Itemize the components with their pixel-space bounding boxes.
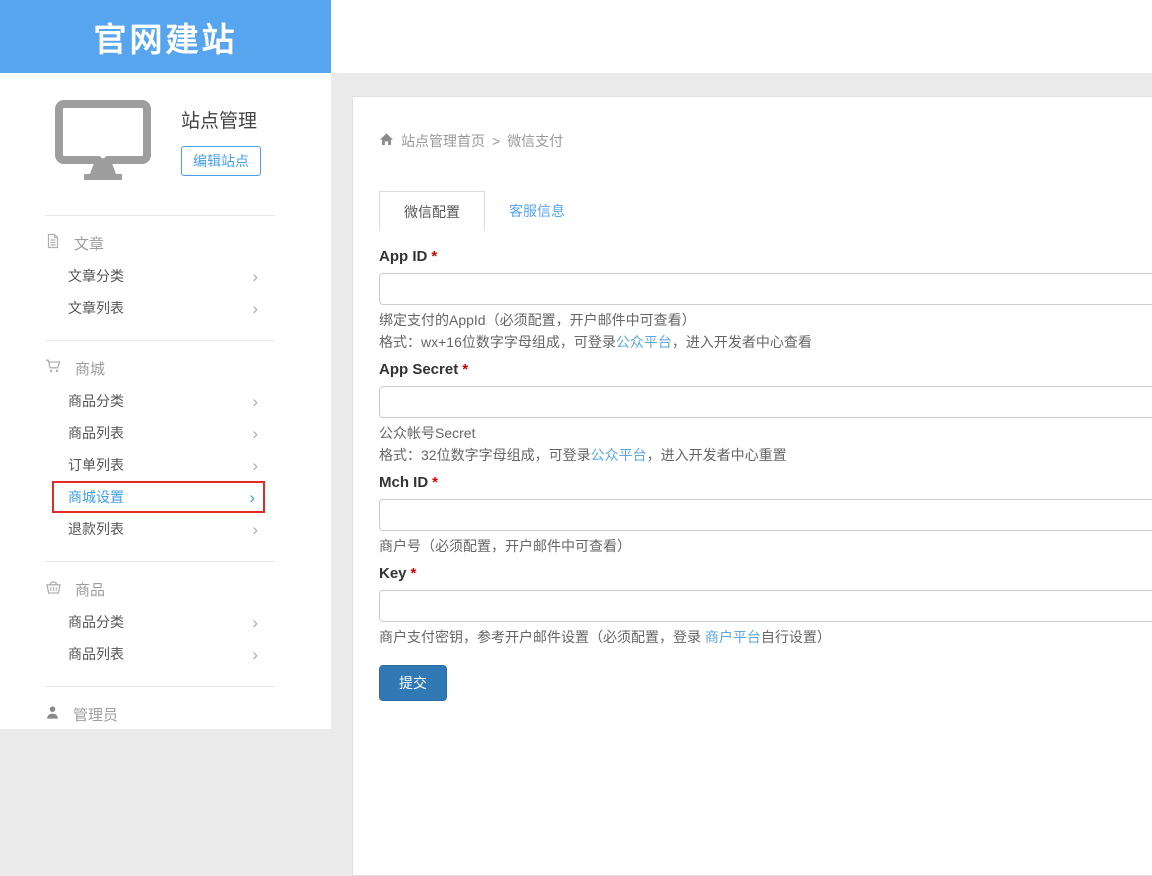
sidebar-section-label: 管理员 [73,704,118,725]
form-group-app-secret: App Secret* 公众帐号Secret 格式：32位数字字母组成，可登录公众平… [379,361,1152,466]
breadcrumb-current: 微信支付 [507,131,563,151]
chevron-right-icon: › [252,614,258,631]
sidebar-item-mall-settings[interactable]: 商城设置 › [52,481,265,513]
site-panel: 站点管理 编辑站点 [0,73,331,207]
sidebar-item-refund-list[interactable]: 退款列表 › [45,513,275,545]
home-icon [379,132,394,150]
sidebar-section-articles: 文章文章分类 › 文章列表 › [0,216,331,334]
help-text-segment: 公众帐号Secret [379,425,475,441]
top-bar: 官网建站 [0,0,1152,73]
help-link[interactable]: 商户平台 [705,629,761,645]
help-text-key: 商户支付密钥，参考开户邮件设置（必须配置，登录 商户平台自行设置） [379,626,1152,648]
chevron-right-icon: › [252,457,258,474]
form-group-mch-id: Mch ID* 商户号（必须配置，开户邮件中可查看） [379,474,1152,557]
sidebar-item-label: 文章列表 [68,298,124,318]
help-link[interactable]: 公众平台 [591,447,647,463]
key-input[interactable] [379,590,1152,622]
sidebar-item-product-list[interactable]: 商品列表 › [45,638,275,670]
sidebar-section-header-products: 商品 [45,578,275,600]
chevron-right-icon: › [252,393,258,410]
sidebar-item-product-category[interactable]: 商品分类 › [45,606,275,638]
form-group-app-id: App ID* 绑定支付的AppId（必须配置，开户邮件中可查看） 格式：wx+16… [379,248,1152,353]
main-panel: 站点管理首页 > 微信支付 微信配置客服信息 App ID* 绑定支付的AppId… [352,96,1152,876]
field-label-app-id: App ID* [379,248,1152,268]
help-text-segment: 自行设置） [761,629,831,645]
sidebar-item-label: 商品分类 [68,391,124,411]
field-label-mch-id: Mch ID* [379,474,1152,494]
help-text-segment: ，进入开发者中心重置 [647,447,787,463]
help-text-segment: 格式：wx+16位数字字母组成，可登录 [379,334,616,350]
edit-site-button[interactable]: 编辑站点 [181,146,261,176]
chevron-right-icon: › [249,489,255,506]
help-text-segment: 格式：32位数字字母组成，可登录 [379,447,591,463]
sidebar-item-article-list[interactable]: 文章列表 › [45,292,275,324]
sidebar-item-label: 商品分类 [68,612,124,632]
basket-icon [45,579,62,599]
tab-bar: 微信配置客服信息 [379,191,1152,231]
breadcrumb-separator: > [492,133,500,149]
help-text-mch-id: 商户号（必须配置，开户邮件中可查看） [379,535,1152,557]
sidebar-item-label: 商城设置 [68,487,124,507]
required-marker: * [411,565,417,582]
file-text-icon [45,233,61,253]
help-text-segment: 商户号（必须配置，开户邮件中可查看） [379,538,631,554]
help-text-app-secret: 公众帐号Secret [379,422,1152,444]
sidebar-section-header-articles: 文章 [45,232,275,254]
form-group-key: Key* 商户支付密钥，参考开户邮件设置（必须配置，登录 商户平台自行设置） [379,565,1152,648]
tab-customer-service[interactable]: 客服信息 [485,191,589,231]
chevron-right-icon: › [252,425,258,442]
help-link[interactable]: 公众平台 [616,334,672,350]
sidebar-item-goods-list[interactable]: 商品列表 › [45,417,275,449]
sidebar-item-article-category[interactable]: 文章分类 › [45,260,275,292]
sidebar-section-header-mall: 商城 [45,357,275,379]
sidebar-item-goods-category[interactable]: 商品分类 › [45,385,275,417]
breadcrumb-home-link[interactable]: 站点管理首页 [401,131,485,151]
sidebar-item-label: 商品列表 [68,644,124,664]
required-marker: * [431,248,437,265]
field-label-key: Key* [379,565,1152,585]
help-text-segment: 绑定支付的AppId（必须配置，开户邮件中可查看） [379,312,696,328]
app-title: 官网建站 [94,13,238,61]
field-label-app-secret: App Secret* [379,361,1152,381]
help-text-app-id: 绑定支付的AppId（必须配置，开户邮件中可查看） [379,309,1152,331]
sidebar-item-label: 订单列表 [68,455,124,475]
help-text-segment: 商户支付密钥，参考开户邮件设置（必须配置，登录 [379,629,705,645]
sidebar-item-label: 退款列表 [68,519,124,539]
app-logo: 官网建站 [0,0,331,73]
user-icon [45,705,60,724]
site-title: 站点管理 [181,106,261,133]
sidebar-section-products: 商品商品分类 › 商品列表 › [0,562,331,680]
sidebar-section-label: 商城 [75,358,105,379]
app-secret-input[interactable] [379,386,1152,418]
mch-id-input[interactable] [379,499,1152,531]
help-text-app-secret: 格式：32位数字字母组成，可登录公众平台，进入开发者中心重置 [379,444,1152,466]
breadcrumb: 站点管理首页 > 微信支付 [379,131,1152,151]
monitor-icon [55,100,151,185]
chevron-right-icon: › [252,300,258,317]
submit-button[interactable]: 提交 [379,665,447,701]
sidebar-item-order-list[interactable]: 订单列表 › [45,449,275,481]
tab-wechat-config[interactable]: 微信配置 [379,191,485,231]
sidebar-section-label: 商品 [75,579,105,600]
sidebar-section-label: 文章 [74,233,104,254]
content-background: 站点管理首页 > 微信支付 微信配置客服信息 App ID* 绑定支付的AppId… [331,73,1152,729]
required-marker: * [462,361,468,378]
chevron-right-icon: › [252,521,258,538]
help-text-segment: ，进入开发者中心查看 [672,334,812,350]
required-marker: * [432,474,438,491]
chevron-right-icon: › [252,268,258,285]
sidebar-section-mall: 商城商品分类 › 商品列表 › 订单列表 › 商城设置 › 退款列表 › [0,341,331,555]
sidebar-section-header-admins: 管理员 [45,703,275,725]
sidebar: 站点管理 编辑站点 文章文章分类›文章列表›商城商品分类›商品列表›订单列表›商… [0,73,331,729]
chevron-right-icon: › [252,646,258,663]
help-text-app-id: 格式：wx+16位数字字母组成，可登录公众平台，进入开发者中心查看 [379,331,1152,353]
wechat-pay-form: App ID* 绑定支付的AppId（必须配置，开户邮件中可查看） 格式：wx+16… [379,248,1152,701]
sidebar-item-label: 文章分类 [68,266,124,286]
cart-icon [45,358,62,378]
app-id-input[interactable] [379,273,1152,305]
sidebar-section-admins: 管理员管理员分组› [0,687,331,729]
sidebar-item-label: 商品列表 [68,423,124,443]
